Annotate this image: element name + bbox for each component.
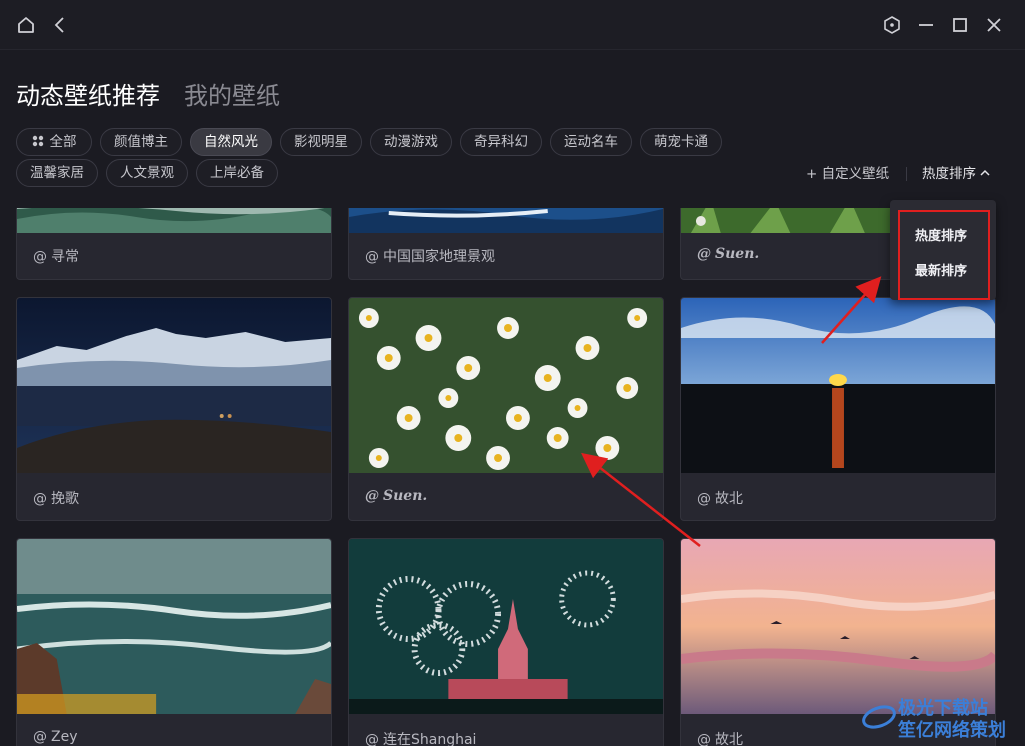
card-author[interactable]: @ 故北: [697, 729, 743, 746]
author-prefix: @: [365, 732, 379, 746]
wallpaper-thumbnail[interactable]: [17, 539, 331, 714]
home-button[interactable]: [11, 10, 41, 40]
card-author[interactable]: @ 故北: [697, 488, 743, 508]
sort-label: 热度排序: [922, 166, 976, 182]
author-prefix: @: [365, 249, 379, 265]
home-icon: [18, 17, 34, 33]
author-name: 挽歌: [51, 491, 79, 507]
wallpaper-grid[interactable]: @ 寻常 @ 中国国家地理景观 @ Suen. @ 挽歌 @ Suen. @ 故…: [0, 208, 1025, 746]
category-sci-fi[interactable]: 奇异科幻: [460, 128, 542, 156]
category-culture-landscape[interactable]: 人文景观: [106, 159, 188, 187]
shield-button[interactable]: [877, 10, 907, 40]
chevron-up-icon: [980, 169, 990, 176]
back-icon: [54, 17, 64, 33]
author-name: Suen.: [383, 488, 428, 504]
author-prefix: @: [697, 246, 711, 262]
back-button[interactable]: [45, 10, 75, 40]
tab-dynamic-wallpaper-recommend[interactable]: 动态壁纸推荐: [16, 80, 160, 112]
category-beauty-blogger[interactable]: 颜值博主: [100, 128, 182, 156]
wallpaper-thumbnail[interactable]: [17, 298, 331, 473]
author-prefix: @: [365, 488, 379, 504]
author-prefix: @: [697, 491, 711, 507]
category-exam-pass[interactable]: 上岸必备: [196, 159, 278, 187]
watermark-line2: 笙亿网络策划: [898, 720, 1006, 741]
wallpaper-thumbnail[interactable]: [681, 298, 995, 473]
wallpaper-thumbnail[interactable]: [17, 208, 331, 233]
minimize-button[interactable]: [911, 10, 941, 40]
watermark-logo-icon: [862, 705, 896, 729]
wallpaper-card[interactable]: @ 故北: [680, 297, 996, 521]
wallpaper-card[interactable]: @ 连在Shanghai: [348, 538, 664, 746]
author-name: 故北: [715, 732, 743, 746]
author-prefix: @: [33, 729, 47, 745]
card-author[interactable]: @ Suen.: [697, 246, 759, 262]
title-bar: [0, 0, 1025, 50]
card-author[interactable]: @ Suen.: [365, 488, 427, 504]
close-button[interactable]: [979, 10, 1009, 40]
site-watermark: 极光下载站 笙亿网络策划: [862, 694, 1022, 744]
wallpaper-thumbnail[interactable]: [349, 539, 663, 714]
wallpaper-card[interactable]: @ 寻常: [16, 208, 332, 280]
author-name: Zey: [51, 729, 78, 745]
author-name: 故北: [715, 491, 743, 507]
annotation-highlight-box: [898, 210, 990, 300]
category-nature[interactable]: 自然风光: [190, 128, 272, 156]
category-sports-cars[interactable]: 运动名车: [550, 128, 632, 156]
wallpaper-card[interactable]: @ 挽歌: [16, 297, 332, 521]
author-prefix: @: [697, 732, 711, 746]
maximize-button[interactable]: [945, 10, 975, 40]
minimize-icon: [919, 24, 933, 26]
author-name: 中国国家地理景观: [383, 249, 495, 265]
category-anime-games[interactable]: 动漫游戏: [370, 128, 452, 156]
category-cozy-home[interactable]: 温馨家居: [16, 159, 98, 187]
tab-my-wallpaper[interactable]: 我的壁纸: [184, 80, 280, 112]
card-author[interactable]: @ 连在Shanghai: [365, 729, 476, 746]
author-prefix: @: [33, 249, 47, 265]
author-name: Suen.: [715, 246, 760, 262]
wallpaper-card[interactable]: @ Zey: [16, 538, 332, 746]
toolbar-divider: [906, 167, 907, 181]
close-icon: [987, 18, 1001, 32]
card-author[interactable]: @ 中国国家地理景观: [365, 246, 495, 266]
wallpaper-card[interactable]: @ Suen.: [348, 297, 664, 521]
card-author[interactable]: @ 寻常: [33, 246, 79, 266]
custom-wallpaper-button[interactable]: + 自定义壁纸: [806, 164, 889, 184]
wallpaper-thumbnail[interactable]: [349, 208, 663, 233]
category-pets-cartoon[interactable]: 萌宠卡通: [640, 128, 722, 156]
wallpaper-card[interactable]: @ 中国国家地理景观: [348, 208, 664, 280]
wallpaper-thumbnail[interactable]: [349, 298, 663, 473]
author-name: 连在Shanghai: [383, 732, 477, 746]
wallpaper-thumbnail[interactable]: [681, 539, 995, 714]
sort-dropdown-toggle[interactable]: 热度排序: [922, 164, 991, 184]
author-name: 寻常: [51, 249, 79, 265]
grid-icon: [32, 135, 43, 146]
category-label: 全部: [49, 134, 77, 150]
card-author[interactable]: @ Zey: [33, 729, 78, 745]
shield-icon: [884, 16, 900, 34]
author-prefix: @: [33, 491, 47, 507]
category-film-stars[interactable]: 影视明星: [280, 128, 362, 156]
category-all[interactable]: 全部: [16, 128, 92, 156]
card-author[interactable]: @ 挽歌: [33, 488, 79, 508]
maximize-icon: [953, 18, 967, 32]
